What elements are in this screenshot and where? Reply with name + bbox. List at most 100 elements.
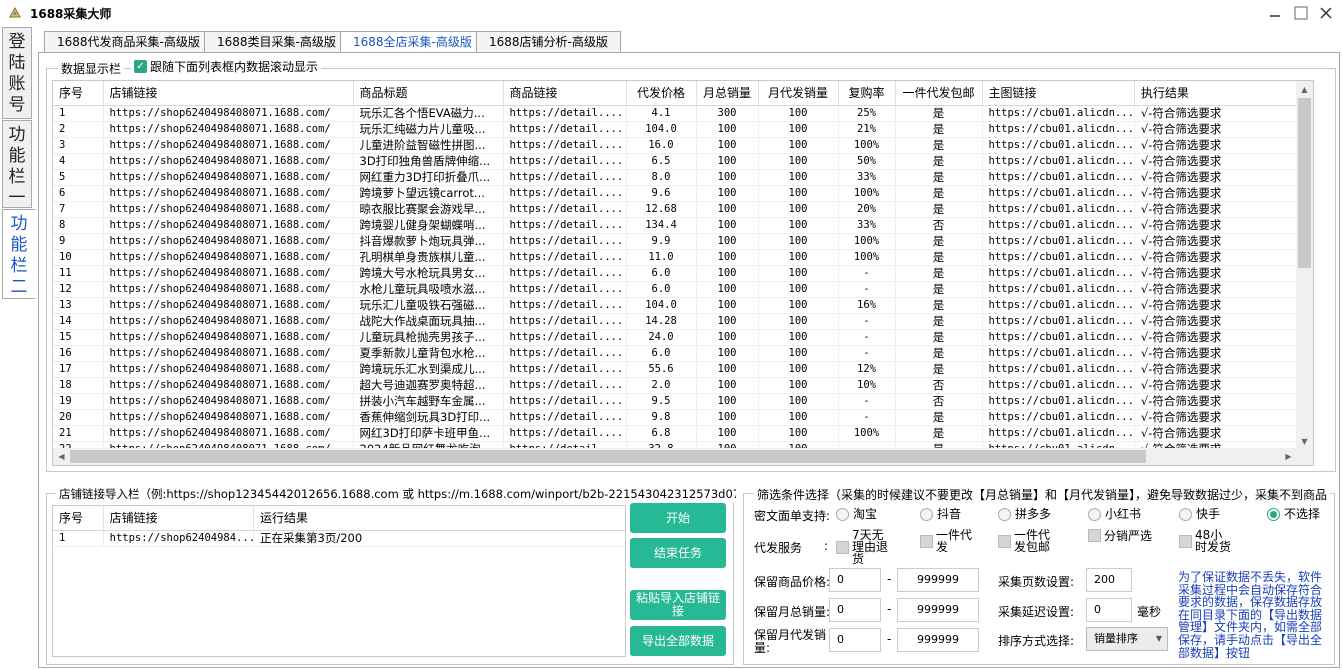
col-price-header[interactable]: 代发价格 [626, 81, 697, 106]
import-col-result-header: 运行结果 [253, 506, 625, 531]
col-title-cell: 拼装小汽车越野车金属... [353, 393, 504, 410]
tab-shop-collect[interactable]: 1688全店采集-高级版 [340, 31, 485, 53]
import-grid[interactable]: 序号 店铺链接 运行结果 1 https://shop62404984... 正在采集第… [52, 505, 626, 657]
table-row[interactable]: 1 https://shop6240498408071.1688.com/玩乐汇各… [53, 105, 1301, 122]
table-row[interactable]: 9 https://shop6240498408071.1688.com/抖音爆款… [53, 233, 1301, 250]
waybill-option[interactable]: 拼多多 [998, 505, 1051, 522]
app-icon [9, 6, 21, 18]
scroll-up-icon[interactable]: ▲ [1296, 81, 1313, 98]
vscroll-thumb[interactable] [1298, 98, 1311, 268]
waybill-option[interactable]: 快手 [1179, 505, 1220, 522]
col-month-sales-header[interactable]: 月总销量 [696, 81, 759, 106]
table-row[interactable]: 7 https://shop6240498408071.1688.com/晾衣服比… [53, 201, 1301, 218]
price-min-input[interactable]: 0 [829, 568, 881, 592]
dropship-sales-min-input[interactable]: 0 [829, 628, 881, 652]
radio-icon [920, 508, 933, 521]
table-row[interactable]: 4 https://shop6240498408071.1688.com/3D打印… [53, 153, 1301, 170]
table-row[interactable]: 2 https://shop6240498408071.1688.com/玩乐汇纯… [53, 121, 1301, 138]
side-tab-func2[interactable]: 功能栏二 [2, 209, 36, 299]
hscroll-thumb[interactable] [70, 450, 1146, 463]
stop-task-button[interactable]: 结束任务 [630, 538, 726, 568]
col-month-sales-cell: 100 [696, 201, 759, 218]
col-dropship-sales-header[interactable]: 月代发销量 [758, 81, 839, 106]
waybill-option[interactable]: 淘宝 [836, 505, 877, 522]
table-row[interactable]: 10 https://shop6240498408071.1688.com/孔明棋… [53, 249, 1301, 266]
radio-icon [1179, 508, 1192, 521]
col-image-link-header[interactable]: 主图链接 [982, 81, 1135, 106]
table-row[interactable]: 19 https://shop6240498408071.1688.com/拼装小… [53, 393, 1301, 410]
col-repurchase-header[interactable]: 复购率 [838, 81, 896, 106]
table-row[interactable]: 17 https://shop6240498408071.1688.com/跨境玩… [53, 361, 1301, 378]
col-title-cell: 跨境玩乐汇水到渠成儿... [353, 361, 504, 378]
table-row[interactable]: 21 https://shop6240498408071.1688.com/网红3… [53, 425, 1301, 442]
table-row[interactable]: 11 https://shop6240498408071.1688.com/跨境大… [53, 265, 1301, 282]
col-dropship-sales-cell: 100 [758, 329, 839, 346]
col-month-sales-cell: 100 [696, 377, 759, 394]
table-row[interactable]: 6 https://shop6240498408071.1688.com/跨境萝卜… [53, 185, 1301, 202]
col-result-header[interactable]: 执行结果 [1134, 81, 1301, 106]
col-shop-link-header[interactable]: 店铺链接 [103, 81, 354, 106]
col-free-ship-cell: 是 [895, 281, 983, 298]
data-grid[interactable]: 序号 店铺链接 商品标题 商品链接 代发价格 月总销量 月代发销量 复购率 一件代发包邮 主图链接… [52, 80, 1314, 466]
scroll-right-icon[interactable]: ▶ [1280, 448, 1297, 465]
table-row[interactable]: 13 https://shop6240498408071.1688.com/玩乐汇… [53, 297, 1301, 314]
table-row[interactable]: 3 https://shop6240498408071.1688.com/儿童进阶… [53, 137, 1301, 154]
dropship-sales-max-input[interactable]: 999999 [897, 628, 979, 652]
table-row[interactable]: 16 https://shop6240498408071.1688.com/夏季新… [53, 345, 1301, 362]
pages-input[interactable]: 200 [1086, 568, 1132, 592]
month-sales-min-input[interactable]: 0 [829, 598, 881, 622]
price-max-input[interactable]: 999999 [897, 568, 979, 592]
delay-unit: 毫秒 [1137, 605, 1162, 619]
service-option[interactable]: 一件代发包邮 [998, 529, 1052, 553]
col-product-link-cell: https://detail.... [503, 393, 627, 410]
table-row[interactable]: 20 https://shop6240498408071.1688.com/香蕉伸… [53, 409, 1301, 426]
table-row[interactable]: 12 https://shop6240498408071.1688.com/水枪儿… [53, 281, 1301, 298]
start-button[interactable]: 开始 [630, 503, 726, 533]
table-row[interactable]: 18 https://shop6240498408071.1688.com/超大号… [53, 377, 1301, 394]
col-free-ship-header[interactable]: 一件代发包邮 [895, 81, 983, 106]
col-result-cell: √-符合筛选要求 [1134, 409, 1301, 426]
export-all-button[interactable]: 导出全部数据 [630, 626, 726, 656]
tab-category-collect[interactable]: 1688类目采集-高级版 [204, 31, 349, 52]
maximize-icon[interactable] [1291, 4, 1311, 22]
col-product-link-cell: https://detail.... [503, 137, 627, 154]
data-grid-vscrollbar[interactable]: ▲ ▼ [1296, 81, 1313, 450]
table-row[interactable]: 8 https://shop6240498408071.1688.com/跨境婴儿… [53, 217, 1301, 234]
side-tab-func1[interactable]: 功能栏一 [2, 120, 32, 208]
col-index-header[interactable]: 序号 [53, 81, 104, 106]
delay-input[interactable]: 0 [1086, 598, 1132, 622]
service-option[interactable]: 48小时发货 [1179, 529, 1233, 553]
col-dropship-sales-cell: 100 [758, 313, 839, 330]
col-title-header[interactable]: 商品标题 [353, 81, 504, 106]
col-image-link-cell: https://cbu01.alicdn... [982, 361, 1135, 378]
month-sales-max-input[interactable]: 999999 [897, 598, 979, 622]
tab-shop-analysis[interactable]: 1688店铺分析-高级版 [476, 31, 621, 52]
service-option[interactable]: 分销严选 [1088, 529, 1164, 542]
minimize-icon[interactable] [1265, 4, 1285, 22]
col-price-cell: 8.0 [626, 169, 697, 186]
table-row[interactable]: 14 https://shop6240498408071.1688.com/战陀大… [53, 313, 1301, 330]
import-row[interactable]: 1 https://shop62404984... 正在采集第3页/200 [53, 530, 625, 547]
table-row[interactable]: 15 https://shop6240498408071.1688.com/儿童玩… [53, 329, 1301, 346]
top-tabs: 1688代发商品采集-高级版 1688类目采集-高级版 1688全店采集-高级版… [40, 31, 1340, 53]
scroll-left-icon[interactable]: ◀ [53, 448, 70, 465]
col-dropship-sales-cell: 100 [758, 361, 839, 378]
service-option[interactable]: 一件代发 [920, 529, 974, 553]
follow-scroll-checkbox[interactable]: ✓ 跟随下面列表框内数据滚动显示 [131, 58, 322, 75]
col-repurchase-cell: 100% [838, 425, 896, 442]
data-grid-hscrollbar[interactable]: ◀ ▶ [53, 448, 1313, 465]
close-icon[interactable] [1316, 4, 1336, 22]
waybill-option[interactable]: 不选择 [1267, 505, 1320, 522]
col-result-cell: √-符合筛选要求 [1134, 105, 1301, 122]
sort-select[interactable]: 销量排序 ▼ [1086, 627, 1168, 651]
tab-dropship-collect[interactable]: 1688代发商品采集-高级版 [44, 31, 213, 52]
col-image-link-cell: https://cbu01.alicdn... [982, 297, 1135, 314]
paste-import-button[interactable]: 粘贴导入店铺链接 [630, 590, 726, 620]
col-product-link-header[interactable]: 商品链接 [503, 81, 627, 106]
col-image-link-cell: https://cbu01.alicdn... [982, 409, 1135, 426]
waybill-option[interactable]: 抖音 [920, 505, 961, 522]
side-tab-login[interactable]: 登陆账号 [2, 27, 32, 119]
waybill-option[interactable]: 小红书 [1088, 505, 1141, 522]
table-row[interactable]: 5 https://shop6240498408071.1688.com/网红重力… [53, 169, 1301, 186]
service-option[interactable]: 7天无理由退货 [836, 529, 890, 565]
